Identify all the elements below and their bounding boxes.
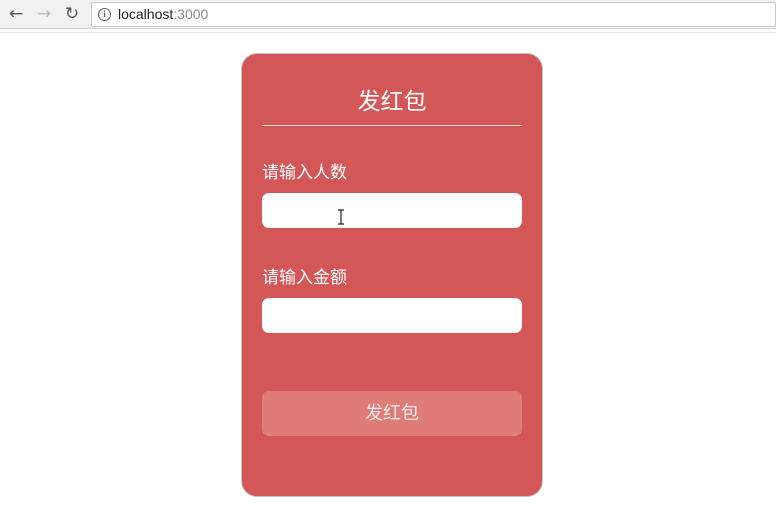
amount-label: 请输入金额 bbox=[262, 268, 347, 288]
info-icon[interactable]: i bbox=[98, 8, 111, 21]
title-divider bbox=[262, 125, 522, 126]
count-label: 请输入人数 bbox=[262, 163, 347, 183]
reload-icon[interactable]: ↻ bbox=[61, 4, 83, 24]
forward-arrow-icon[interactable]: → bbox=[33, 4, 55, 24]
url-host: localhost bbox=[118, 6, 174, 22]
address-bar[interactable]: i localhost:3000 bbox=[91, 2, 776, 27]
url-text[interactable]: localhost:3000 bbox=[118, 6, 208, 23]
amount-input[interactable] bbox=[262, 298, 522, 333]
count-input[interactable] bbox=[262, 193, 522, 228]
back-arrow-icon[interactable]: ← bbox=[5, 4, 27, 24]
send-red-packet-button[interactable]: 发红包 bbox=[262, 391, 522, 436]
red-packet-card: 发红包 请输入人数 请输入金额 发红包 bbox=[241, 53, 543, 497]
url-port: :3000 bbox=[173, 6, 209, 22]
text-cursor-icon bbox=[338, 209, 344, 225]
page-divider bbox=[0, 32, 776, 33]
browser-toolbar: ← → ↻ i localhost:3000 bbox=[0, 0, 776, 29]
card-title: 发红包 bbox=[357, 89, 427, 115]
